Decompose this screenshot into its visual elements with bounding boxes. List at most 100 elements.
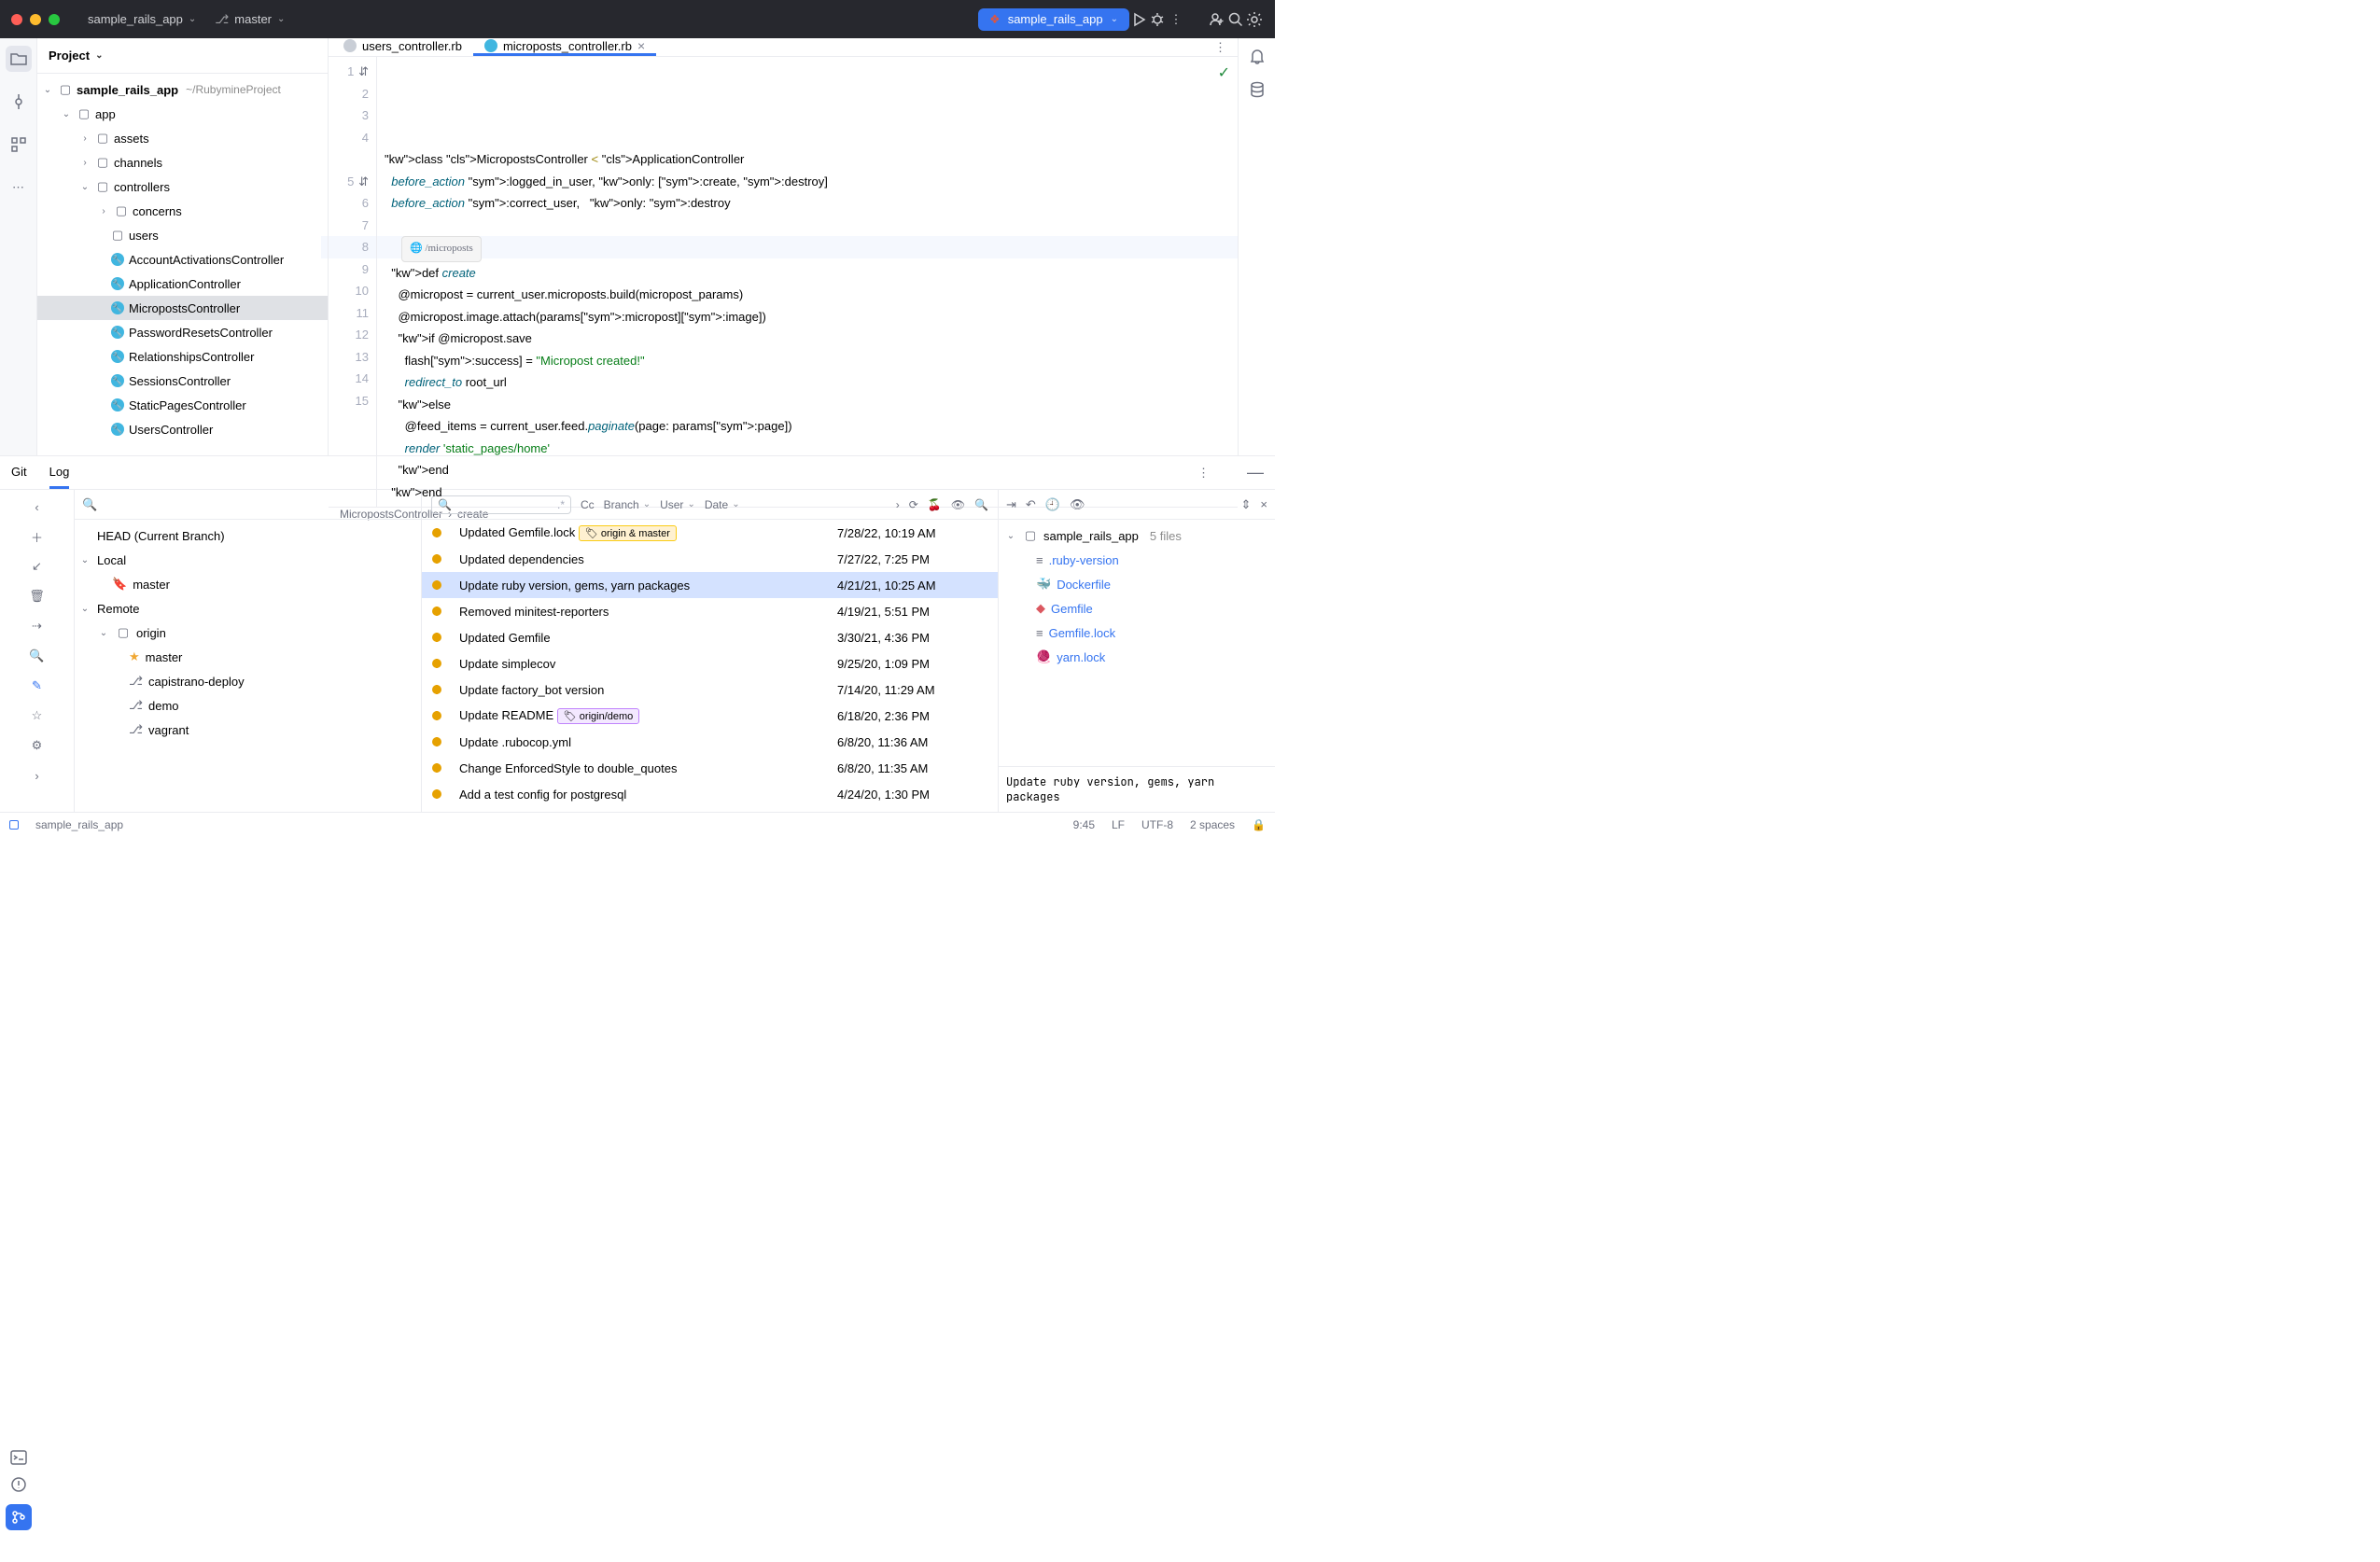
branch-label: Remote <box>97 602 140 616</box>
commit-row[interactable]: Change EnforcedStyle to double_quotes 6/… <box>422 755 998 781</box>
close-window[interactable] <box>11 14 22 25</box>
delete-icon[interactable]: 🗑 <box>26 585 49 607</box>
settings-icon[interactable]: ⚙ <box>26 734 49 757</box>
notifications-icon[interactable] <box>1249 48 1266 64</box>
project-panel-header[interactable]: Project ⌄ <box>37 38 328 74</box>
tree-node-ctrl-3[interactable]: 🔧PasswordResetsController <box>37 320 328 344</box>
git-tab-git[interactable]: Git <box>11 456 27 489</box>
tree-node-ctrl-2[interactable]: 🔧MicropostsController <box>37 296 328 320</box>
run-config-selector[interactable]: ❖ sample_rails_app ⌄ <box>978 8 1129 31</box>
code[interactable]: ✓ "kw">class "cls">MicropostsController … <box>377 57 1238 507</box>
edit-icon[interactable]: ✎ <box>26 675 49 697</box>
close-tab-icon[interactable]: × <box>637 38 645 53</box>
settings-icon[interactable] <box>1245 10 1264 29</box>
commit-row[interactable]: Updated Gemfile.lock 🏷 origin & master7/… <box>422 520 998 546</box>
more-actions-button[interactable]: ⋮ <box>1167 10 1185 29</box>
tree-node-assets[interactable]: ›▢assets <box>37 126 328 150</box>
commit-row[interactable]: Update README 🏷 origin/demo6/18/20, 2:36… <box>422 703 998 729</box>
change-file-2[interactable]: ◆Gemfile <box>999 596 1275 621</box>
run-button[interactable] <box>1129 10 1148 29</box>
remote-branch-3[interactable]: ⎇vagrant <box>75 718 421 742</box>
commit-row[interactable]: Updated dependencies 7/27/22, 7:25 PM <box>422 546 998 572</box>
tree-node-channels[interactable]: ›▢channels <box>37 150 328 174</box>
tree-node-app[interactable]: ⌄▢app <box>37 102 328 126</box>
maximize-window[interactable] <box>49 14 60 25</box>
debug-button[interactable] <box>1148 10 1167 29</box>
editor-tab-0[interactable]: users_controller.rb <box>332 38 473 56</box>
branch-selector[interactable]: ⎇ master ⌄ <box>205 8 294 31</box>
add-icon[interactable]: ＋ <box>26 525 49 548</box>
git-tab-log[interactable]: Log <box>49 456 70 489</box>
commit-row[interactable]: Update simplecov 9/25/20, 1:09 PM <box>422 650 998 676</box>
line-separator[interactable]: LF <box>1112 818 1125 831</box>
change-file-3[interactable]: ≡Gemfile.lock <box>999 621 1275 645</box>
change-file-4[interactable]: 🧶yarn.lock <box>999 645 1275 669</box>
tree-node-ctrl-4[interactable]: 🔧RelationshipsController <box>37 344 328 369</box>
project-panel: Project ⌄ ⌄ ▢ sample_rails_app ~/Rubymin… <box>37 38 329 455</box>
caret-position[interactable]: 9:45 <box>1073 818 1095 831</box>
project-selector[interactable]: sample_rails_app ⌄ <box>78 8 205 30</box>
expand-icon[interactable]: ⇕ <box>1241 497 1252 512</box>
remote-branch-1[interactable]: ⎇capistrano-deploy <box>75 669 421 693</box>
tree-label: AccountActivationsController <box>129 253 284 267</box>
find-icon[interactable]: 🔍 <box>26 645 49 667</box>
tree-node-ctrl-1[interactable]: 🔧ApplicationController <box>37 272 328 296</box>
change-file-0[interactable]: ≡.ruby-version <box>999 548 1275 572</box>
favorite-icon[interactable]: ☆ <box>26 704 49 727</box>
tree-node-ctrl-6[interactable]: 🔧StaticPagesController <box>37 393 328 417</box>
tree-node-controllers[interactable]: ⌄▢controllers <box>37 174 328 199</box>
branch-label: master <box>133 578 170 592</box>
changes-root[interactable]: ⌄▢sample_rails_app5 files <box>999 523 1275 548</box>
terminal-icon[interactable] <box>10 1450 27 1465</box>
tree-node-ctrl-5[interactable]: 🔧SessionsController <box>37 369 328 393</box>
module-icon[interactable] <box>9 820 19 830</box>
status-project[interactable]: sample_rails_app <box>35 818 123 831</box>
tree-node-users[interactable]: ▢users <box>37 223 328 247</box>
checkout-icon[interactable]: ↙ <box>26 555 49 578</box>
expand-icon[interactable]: ‹ <box>26 495 49 518</box>
origin-group[interactable]: ⌄▢origin <box>75 621 421 645</box>
structure-tool-button[interactable] <box>6 132 32 158</box>
commit-row[interactable]: Update ruby version, gems, yarn packages… <box>422 572 998 598</box>
search-icon[interactable] <box>1226 10 1245 29</box>
local-branch-master[interactable]: 🔖master <box>75 572 421 596</box>
vcs-icon[interactable] <box>6 1504 32 1530</box>
code-with-me-icon[interactable] <box>1208 10 1226 29</box>
head-branch[interactable]: HEAD (Current Branch) <box>75 523 421 548</box>
commit-row[interactable]: Updated Gemfile 3/30/21, 4:36 PM <box>422 624 998 650</box>
code-area[interactable]: 1 ⇵234 5 ⇵6789101112131415 ✓ "kw">class … <box>329 57 1238 507</box>
changes-tree[interactable]: ⌄▢sample_rails_app5 files ≡.ruby-version… <box>999 520 1275 766</box>
editor-tab-1[interactable]: microposts_controller.rb× <box>473 38 656 56</box>
tree-node-concerns[interactable]: ›▢concerns <box>37 199 328 223</box>
more-tools-button[interactable]: ⋯ <box>6 174 32 201</box>
minimize-window[interactable] <box>30 14 41 25</box>
tree-root[interactable]: ⌄ ▢ sample_rails_app ~/RubymineProject <box>37 77 328 102</box>
remote-branch-0[interactable]: ★master <box>75 645 421 669</box>
change-file-1[interactable]: 🐳Dockerfile <box>999 572 1275 596</box>
problems-icon[interactable] <box>10 1476 27 1493</box>
database-icon[interactable] <box>1249 81 1266 98</box>
branch-tree[interactable]: HEAD (Current Branch) ⌄Local 🔖master ⌄Re… <box>75 520 421 812</box>
diff-icon[interactable]: ⇢ <box>26 615 49 637</box>
tree-node-ctrl-7[interactable]: 🔧UsersController <box>37 417 328 441</box>
commit-row[interactable]: Add a test config for postgresql 4/24/20… <box>422 781 998 807</box>
readonly-icon[interactable]: 🔒 <box>1252 818 1266 831</box>
project-tree[interactable]: ⌄ ▢ sample_rails_app ~/RubymineProject ⌄… <box>37 74 328 455</box>
remote-group[interactable]: ⌄Remote <box>75 596 421 621</box>
commit-list[interactable]: Updated Gemfile.lock 🏷 origin & master7/… <box>422 520 998 812</box>
commit-tool-button[interactable] <box>6 89 32 115</box>
project-tool-button[interactable] <box>6 46 32 72</box>
hide-panel-icon[interactable]: — <box>1247 463 1264 482</box>
tree-node-ctrl-0[interactable]: 🔧AccountActivationsController <box>37 247 328 272</box>
collapse-icon[interactable]: › <box>26 764 49 787</box>
close-icon[interactable]: × <box>1260 497 1267 511</box>
remote-branch-2[interactable]: ⎇demo <box>75 693 421 718</box>
indent[interactable]: 2 spaces <box>1190 818 1235 831</box>
commit-row[interactable]: Update factory_bot version 7/14/20, 11:2… <box>422 676 998 703</box>
commit-row[interactable]: Update .rubocop.yml 6/8/20, 11:36 AM <box>422 729 998 755</box>
local-group[interactable]: ⌄Local <box>75 548 421 572</box>
file-encoding[interactable]: UTF-8 <box>1141 818 1173 831</box>
commit-row[interactable]: Removed minitest-reporters 4/19/21, 5:51… <box>422 598 998 624</box>
tab-more-icon[interactable]: ⋮ <box>1207 40 1234 55</box>
problems-ok-icon[interactable]: ✓ <box>1218 63 1230 85</box>
